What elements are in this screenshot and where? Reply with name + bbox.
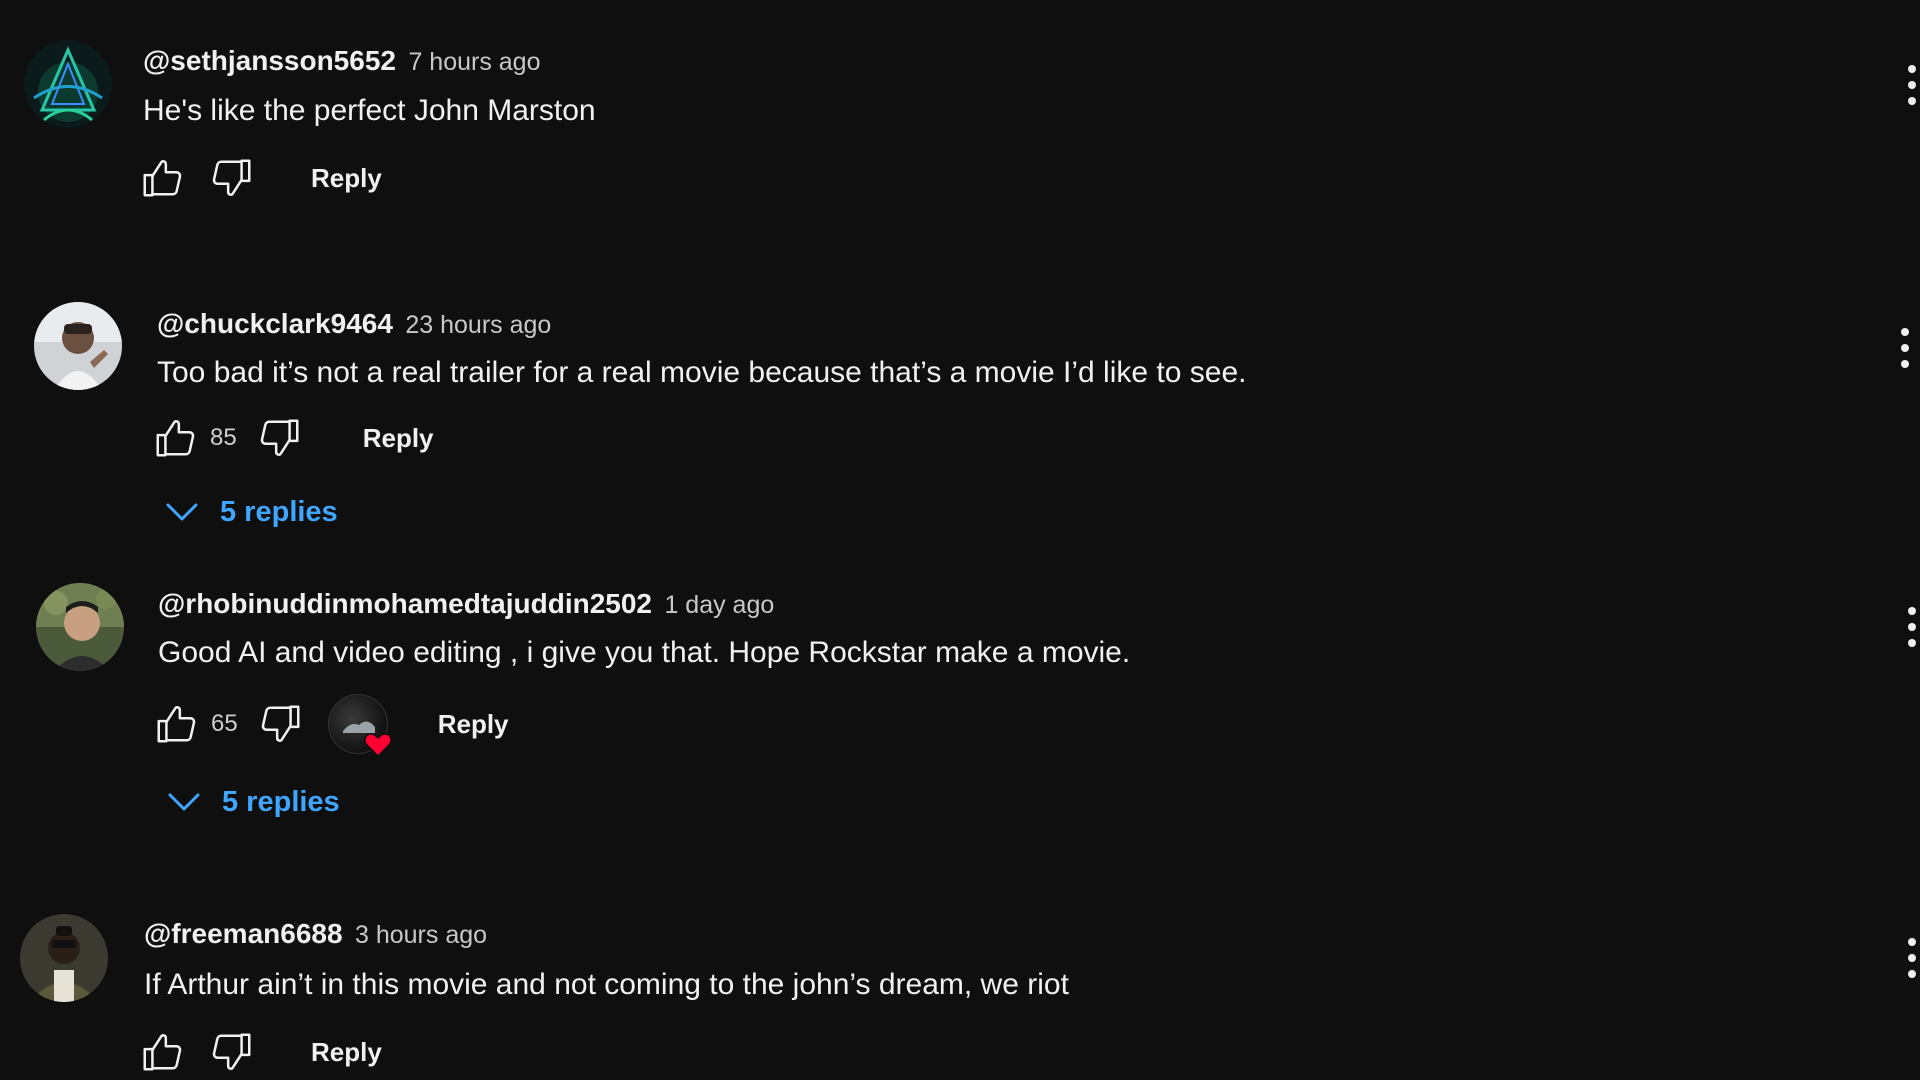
avatar[interactable] <box>36 583 124 671</box>
comment-actions: Reply <box>137 1027 382 1077</box>
vertical-ellipsis-icon <box>1904 605 1920 649</box>
thumbs-up-icon <box>153 701 199 747</box>
vertical-ellipsis-icon <box>1897 326 1913 370</box>
comment-header: @rhobinuddinmohamedtajuddin2502 1 day ag… <box>158 590 774 618</box>
replies-count-label: 5 replies <box>220 495 338 528</box>
thumbs-up-icon <box>152 415 198 461</box>
reply-button[interactable]: Reply <box>363 423 434 454</box>
comment-actions: Reply <box>137 153 382 203</box>
comment-time[interactable]: 23 hours ago <box>405 311 551 339</box>
thumbs-up-icon <box>139 155 185 201</box>
comment-text: Too bad it’s not a real trailer for a re… <box>157 356 1247 389</box>
comment-menu-button[interactable] <box>1904 936 1920 980</box>
avatar[interactable] <box>20 914 108 1002</box>
chevron-down-icon <box>164 494 200 530</box>
thumbs-down-icon <box>257 415 303 461</box>
comment-menu-button[interactable] <box>1904 63 1920 107</box>
reply-button[interactable]: Reply <box>311 163 382 194</box>
thumbs-down-icon <box>209 155 255 201</box>
comment-menu-button[interactable] <box>1897 326 1913 370</box>
dislike-button[interactable] <box>207 153 257 203</box>
like-button[interactable] <box>151 699 201 749</box>
comment-header: @chuckclark9464 23 hours ago <box>157 310 551 338</box>
comment-author[interactable]: @freeman6688 <box>144 918 343 949</box>
comment-actions: 85 Reply <box>150 413 434 463</box>
view-replies-button[interactable]: 5 replies <box>166 784 340 820</box>
comment-author[interactable]: @sethjansson5652 <box>143 45 396 76</box>
dislike-button[interactable] <box>256 699 306 749</box>
comment-author[interactable]: @rhobinuddinmohamedtajuddin2502 <box>158 588 652 619</box>
like-button[interactable] <box>137 153 187 203</box>
comment-actions: 65 Reply <box>151 694 509 758</box>
comment-time[interactable]: 1 day ago <box>664 591 774 619</box>
chevron-down-icon <box>166 784 202 820</box>
comment-time[interactable]: 7 hours ago <box>408 48 540 76</box>
like-button[interactable] <box>137 1027 187 1077</box>
vertical-ellipsis-icon <box>1904 936 1920 980</box>
avatar[interactable] <box>34 302 122 390</box>
reply-button[interactable]: Reply <box>438 709 509 740</box>
like-button[interactable] <box>150 413 200 463</box>
reply-button[interactable]: Reply <box>311 1037 382 1068</box>
comment-text: He's like the perfect John Marston <box>143 94 596 127</box>
thumbs-down-icon <box>258 701 304 747</box>
vertical-ellipsis-icon <box>1904 63 1920 107</box>
replies-count-label: 5 replies <box>222 785 340 818</box>
creator-heart-badge[interactable] <box>327 694 392 758</box>
thumbs-down-icon <box>209 1029 255 1075</box>
like-count: 65 <box>211 710 238 737</box>
comment-time[interactable]: 3 hours ago <box>355 921 487 949</box>
comment-header: @sethjansson5652 7 hours ago <box>143 47 540 75</box>
heart-icon <box>363 733 392 758</box>
comment-header: @freeman6688 3 hours ago <box>144 920 487 948</box>
comment-text: Good AI and video editing , i give you t… <box>158 636 1131 669</box>
like-count: 85 <box>210 424 237 451</box>
avatar[interactable] <box>24 40 112 128</box>
comment-menu-button[interactable] <box>1904 605 1920 649</box>
dislike-button[interactable] <box>207 1027 257 1077</box>
view-replies-button[interactable]: 5 replies <box>164 494 338 530</box>
comment-author[interactable]: @chuckclark9464 <box>157 308 393 339</box>
dislike-button[interactable] <box>255 413 305 463</box>
comment-text: If Arthur ain’t in this movie and not co… <box>144 968 1069 1001</box>
thumbs-up-icon <box>139 1029 185 1075</box>
